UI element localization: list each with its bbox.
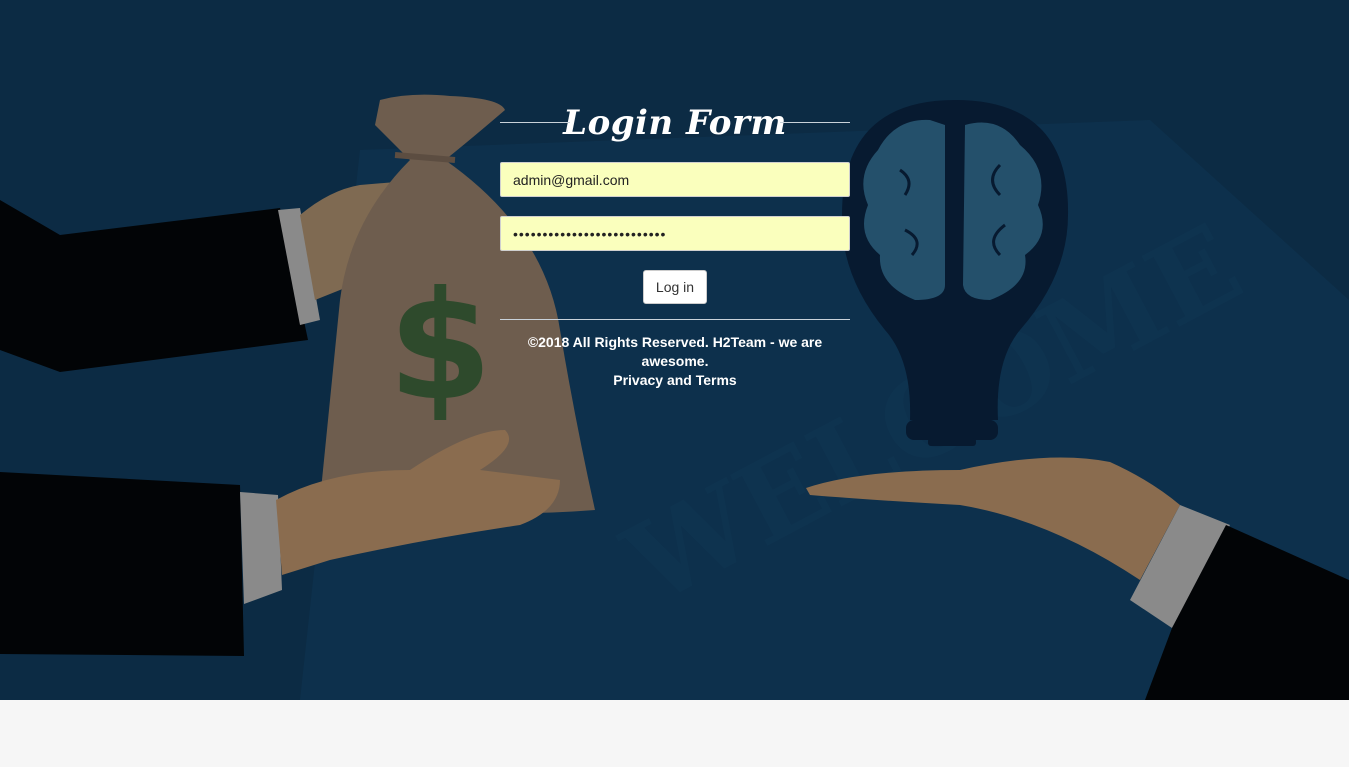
login-form: Login Form Log in ©2018 All Rights Reser… — [500, 95, 850, 390]
form-divider — [500, 319, 850, 320]
login-button[interactable]: Log in — [642, 270, 708, 304]
login-form-title: Login Form — [563, 103, 787, 143]
title-divider-right — [780, 122, 850, 123]
login-form-header: Login Form — [500, 95, 850, 151]
dollar-sign-icon: $ — [388, 260, 492, 434]
button-row: Log in — [500, 270, 850, 304]
password-field[interactable] — [500, 216, 850, 251]
page-footer-area — [0, 700, 1349, 767]
hero-background: WELCOME $ — [0, 0, 1349, 700]
title-divider-left — [500, 122, 570, 123]
email-field[interactable] — [500, 162, 850, 197]
copyright-text: ©2018 All Rights Reserved. H2Team - we a… — [527, 334, 823, 369]
svg-text:$: $ — [388, 260, 492, 434]
privacy-terms-link[interactable]: Privacy and Terms — [500, 371, 850, 390]
